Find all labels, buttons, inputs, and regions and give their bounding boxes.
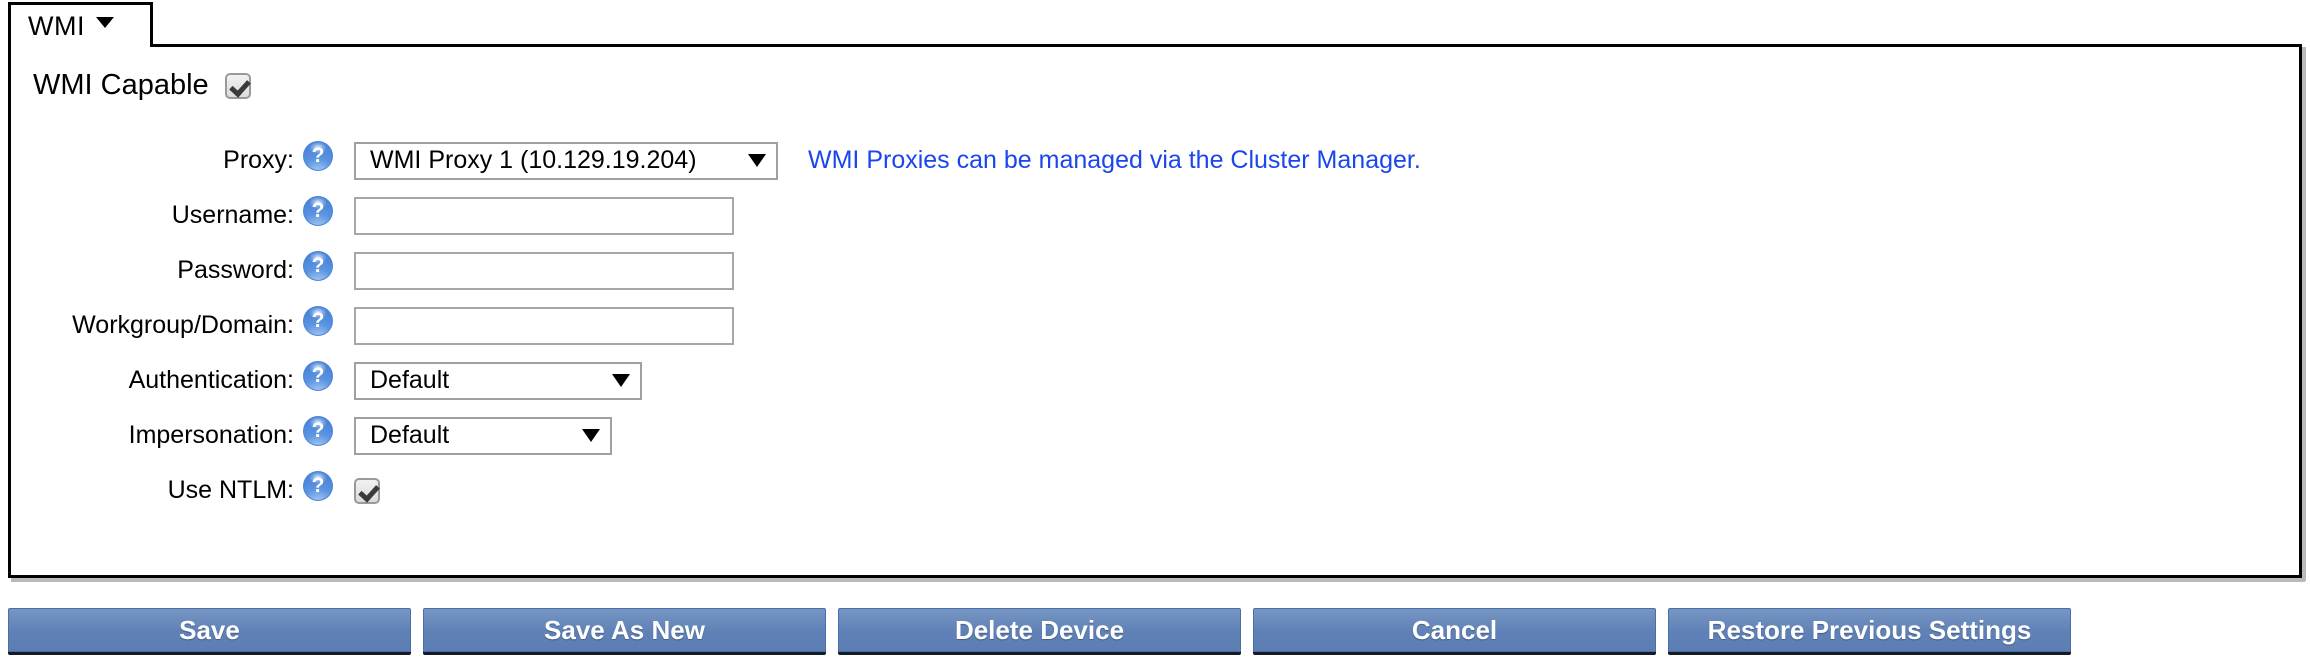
help-question-icon[interactable]: ? [303,416,333,446]
password-control-cell [354,243,734,298]
wmi-settings-panel: WMI Capable Proxy: ? WMI Proxy 1 (10.129… [8,44,2302,578]
wmi-form: Proxy: ? WMI Proxy 1 (10.129.19.204) WMI… [11,133,2299,518]
wmi-capable-label: WMI Capable [33,69,209,101]
help-question-icon[interactable]: ? [303,141,333,171]
workgroup-domain-control-cell [354,298,734,353]
username-label-cell: Username: ? [11,188,341,243]
wmi-capable-checkbox[interactable] [224,72,251,99]
tab-wmi[interactable]: WMI [8,2,153,47]
password-label: Password: [177,256,294,284]
save-button[interactable]: Save [8,608,411,652]
cancel-button[interactable]: Cancel [1253,608,1656,652]
use-ntlm-checkbox[interactable] [354,477,380,504]
impersonation-select-value: Default [370,421,450,449]
proxy-control-cell: WMI Proxy 1 (10.129.19.204) WMI Proxies … [354,133,1421,188]
proxy-select[interactable]: WMI Proxy 1 (10.129.19.204) [354,141,778,180]
form-row-authentication: Authentication: ? Default [11,353,2299,408]
username-label: Username: [171,201,294,229]
tab-strip: WMI [0,0,2310,47]
chevron-down-icon[interactable] [95,17,114,28]
authentication-select-value: Default [370,366,450,394]
use-ntlm-label-cell: Use NTLM: ? [11,463,341,518]
password-label-cell: Password: ? [11,243,341,298]
authentication-label-cell: Authentication: ? [11,353,341,408]
workgroup-domain-input[interactable] [354,306,734,345]
proxy-label-cell: Proxy: ? [11,133,341,188]
help-icon-glyph: ? [311,199,325,223]
help-icon-glyph: ? [311,144,325,168]
chevron-down-icon [612,374,630,387]
help-question-icon[interactable]: ? [303,251,333,281]
cluster-manager-link[interactable]: WMI Proxies can be managed via the Clust… [808,148,1421,173]
proxy-select-value: WMI Proxy 1 (10.129.19.204) [370,146,697,174]
action-button-bar: Save Save As New Delete Device Cancel Re… [0,608,2310,656]
help-question-icon[interactable]: ? [303,471,333,501]
form-row-proxy: Proxy: ? WMI Proxy 1 (10.129.19.204) WMI… [11,133,2299,188]
help-icon-glyph: ? [311,309,325,333]
impersonation-select[interactable]: Default [354,416,612,455]
panel-shadow-bottom [11,578,2305,582]
restore-previous-settings-button[interactable]: Restore Previous Settings [1668,608,2071,652]
username-control-cell [354,188,734,243]
form-row-username: Username: ? [11,188,2299,243]
proxy-label: Proxy: [223,146,294,174]
help-icon-glyph: ? [311,474,325,498]
workgroup-domain-label: Workgroup/Domain: [72,311,294,339]
use-ntlm-label: Use NTLM: [167,476,294,504]
help-question-icon[interactable]: ? [303,196,333,226]
authentication-control-cell: Default [354,353,642,408]
help-icon-glyph: ? [311,364,325,388]
panel-shadow-right [2302,47,2306,581]
impersonation-label-cell: Impersonation: ? [11,408,341,463]
use-ntlm-control-cell [354,463,380,518]
username-input[interactable] [354,196,734,235]
form-row-impersonation: Impersonation: ? Default [11,408,2299,463]
impersonation-control-cell: Default [354,408,612,463]
tab-wmi-label: WMI [28,10,85,41]
workgroup-domain-label-cell: Workgroup/Domain: ? [11,298,341,353]
chevron-down-icon [582,429,600,442]
help-question-icon[interactable]: ? [303,361,333,391]
chevron-down-icon [748,154,766,167]
wmi-capable-row: WMI Capable [33,71,251,100]
form-row-password: Password: ? [11,243,2299,298]
save-as-new-button[interactable]: Save As New [423,608,826,652]
password-input[interactable] [354,251,734,290]
authentication-select[interactable]: Default [354,361,642,400]
delete-device-button[interactable]: Delete Device [838,608,1241,652]
impersonation-label: Impersonation: [128,421,294,449]
help-icon-glyph: ? [311,419,325,443]
form-row-use-ntlm: Use NTLM: ? [11,463,2299,518]
authentication-label: Authentication: [128,366,294,394]
form-row-workgroup-domain: Workgroup/Domain: ? [11,298,2299,353]
help-icon-glyph: ? [311,254,325,278]
help-question-icon[interactable]: ? [303,306,333,336]
